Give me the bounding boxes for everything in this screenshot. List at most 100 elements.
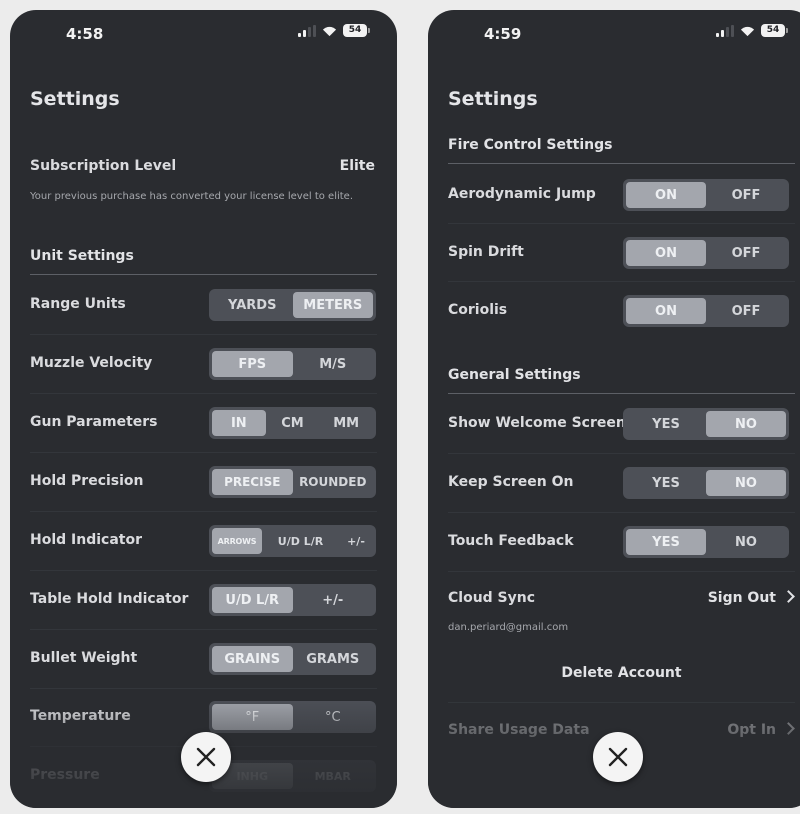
status-icons: 54 [716, 24, 788, 37]
settings-screen-units: 4:58 54 Settings Subscription Level Elit… [10, 10, 397, 808]
subscription-note: Your previous purchase has converted you… [30, 191, 354, 202]
aerodynamic-jump-label: Aerodynamic Jump [448, 186, 596, 202]
keep-screen-on-option-yes[interactable]: YES [626, 470, 706, 496]
temperature-option-c[interactable]: °C [293, 704, 374, 730]
chevron-right-icon [782, 722, 795, 735]
hold-precision-toggle[interactable]: PRECISE ROUNDED [209, 466, 376, 498]
row-divider [448, 571, 795, 572]
touch-feedback-toggle[interactable]: YES NO [623, 526, 789, 558]
battery-icon: 54 [761, 24, 788, 37]
close-icon [196, 747, 216, 767]
coriolis-label: Coriolis [448, 302, 508, 318]
table-hold-indicator-option-plusminus[interactable]: +/- [293, 587, 374, 613]
section-divider [448, 393, 795, 394]
pressure-toggle[interactable]: INHG MBAR [209, 760, 376, 792]
muzzle-velocity-label: Muzzle Velocity [30, 355, 153, 371]
table-hold-indicator-option-udlr[interactable]: U/D L/R [212, 587, 293, 613]
coriolis-toggle[interactable]: ON OFF [623, 295, 789, 327]
gun-parameters-option-in[interactable]: IN [212, 410, 266, 436]
bullet-weight-option-grains[interactable]: GRAINS [212, 646, 293, 672]
wifi-icon [322, 26, 337, 36]
muzzle-velocity-option-fps[interactable]: FPS [212, 351, 293, 377]
row-divider [30, 629, 377, 630]
status-time: 4:59 [484, 25, 522, 43]
status-bar: 4:58 54 [10, 10, 397, 60]
keep-screen-on-toggle[interactable]: YES NO [623, 467, 789, 499]
status-time: 4:58 [66, 25, 104, 43]
hold-indicator-option-arrows[interactable]: ARROWS [212, 528, 262, 554]
gun-parameters-label: Gun Parameters [30, 414, 158, 430]
gun-parameters-toggle[interactable]: IN CM MM [209, 407, 376, 439]
cloud-sync-label: Cloud Sync [448, 590, 536, 606]
row-divider [30, 511, 377, 512]
row-divider [30, 570, 377, 571]
temperature-label: Temperature [30, 708, 131, 724]
aerodynamic-jump-toggle[interactable]: ON OFF [623, 179, 789, 211]
show-welcome-screen-label: Show Welcome Screen [448, 415, 626, 431]
touch-feedback-label: Touch Feedback [448, 533, 574, 549]
close-button[interactable] [181, 732, 231, 782]
sign-out-label: Sign Out [707, 590, 776, 606]
keep-screen-on-label: Keep Screen On [448, 474, 574, 490]
hold-precision-label: Hold Precision [30, 473, 144, 489]
status-icons: 54 [298, 24, 370, 37]
row-divider [30, 452, 377, 453]
spin-drift-option-off[interactable]: OFF [706, 240, 786, 266]
show-welcome-screen-option-no[interactable]: NO [706, 411, 786, 437]
touch-feedback-option-yes[interactable]: YES [626, 529, 706, 555]
hold-indicator-toggle[interactable]: ARROWS U/D L/R +/- [209, 525, 376, 557]
settings-screen-general: 4:59 54 Settings Fire Control Settings A… [428, 10, 800, 808]
close-button[interactable] [593, 732, 643, 782]
touch-feedback-option-no[interactable]: NO [706, 529, 786, 555]
range-units-option-yards[interactable]: YARDS [212, 292, 293, 318]
chevron-right-icon [782, 590, 795, 603]
show-welcome-screen-option-yes[interactable]: YES [626, 411, 706, 437]
temperature-toggle[interactable]: °F °C [209, 701, 376, 733]
coriolis-option-off[interactable]: OFF [706, 298, 786, 324]
row-divider [448, 702, 795, 703]
aerodynamic-jump-option-off[interactable]: OFF [706, 182, 786, 208]
spin-drift-toggle[interactable]: ON OFF [623, 237, 789, 269]
page-title: Settings [448, 88, 538, 110]
gun-parameters-option-cm[interactable]: CM [266, 410, 320, 436]
range-units-toggle[interactable]: YARDS METERS [209, 289, 376, 321]
pressure-option-mbar[interactable]: MBAR [293, 763, 374, 789]
range-units-label: Range Units [30, 296, 126, 312]
signal-icon [716, 24, 734, 37]
range-units-option-meters[interactable]: METERS [292, 292, 373, 318]
hold-indicator-option-udlr[interactable]: U/D L/R [262, 528, 339, 554]
delete-account-button[interactable]: Delete Account [428, 665, 800, 681]
spin-drift-option-on[interactable]: ON [626, 240, 706, 266]
sign-out-link[interactable]: Sign Out [707, 590, 795, 606]
bullet-weight-toggle[interactable]: GRAINS GRAMS [209, 643, 376, 675]
muzzle-velocity-toggle[interactable]: FPS M/S [209, 348, 376, 380]
hold-precision-option-rounded[interactable]: ROUNDED [293, 469, 374, 495]
share-usage-data-label: Share Usage Data [448, 722, 590, 738]
subscription-level-label: Subscription Level [30, 158, 177, 174]
fire-control-settings-header: Fire Control Settings [448, 137, 613, 153]
account-email: dan.periard@gmail.com [448, 622, 569, 633]
status-bar: 4:59 54 [428, 10, 800, 60]
keep-screen-on-option-no[interactable]: NO [706, 470, 786, 496]
table-hold-indicator-toggle[interactable]: U/D L/R +/- [209, 584, 376, 616]
hold-indicator-label: Hold Indicator [30, 532, 142, 548]
battery-icon: 54 [343, 24, 370, 37]
coriolis-option-on[interactable]: ON [626, 298, 706, 324]
pressure-label: Pressure [30, 767, 100, 783]
subscription-level-value: Elite [339, 158, 375, 174]
signal-icon [298, 24, 316, 37]
temperature-option-f[interactable]: °F [212, 704, 293, 730]
show-welcome-screen-toggle[interactable]: YES NO [623, 408, 789, 440]
muzzle-velocity-option-ms[interactable]: M/S [293, 351, 374, 377]
bullet-weight-option-grams[interactable]: GRAMS [293, 646, 374, 672]
row-divider [448, 223, 795, 224]
opt-in-link[interactable]: Opt In [727, 722, 795, 738]
row-divider [30, 688, 377, 689]
wifi-icon [740, 26, 755, 36]
row-divider [30, 393, 377, 394]
gun-parameters-option-mm[interactable]: MM [319, 410, 373, 436]
aerodynamic-jump-option-on[interactable]: ON [626, 182, 706, 208]
hold-precision-option-precise[interactable]: PRECISE [212, 469, 293, 495]
row-divider [448, 281, 795, 282]
hold-indicator-option-plusminus[interactable]: +/- [339, 528, 373, 554]
